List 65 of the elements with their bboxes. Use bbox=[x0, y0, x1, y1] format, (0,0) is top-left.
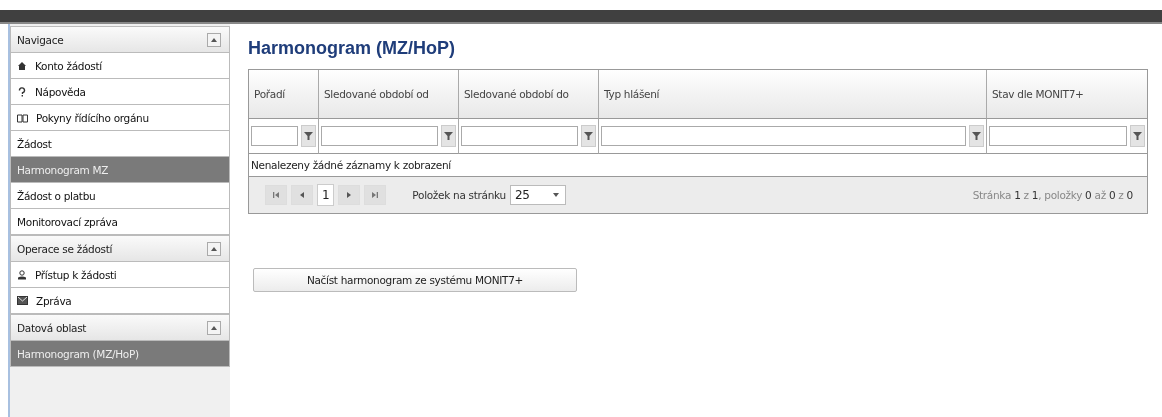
nav-item-label: Konto žádostí bbox=[35, 59, 102, 72]
filter-icon bbox=[304, 131, 313, 141]
filter-field[interactable] bbox=[251, 126, 298, 146]
filter-icon bbox=[444, 131, 453, 141]
page-number[interactable]: 1 bbox=[317, 184, 335, 206]
column-header[interactable]: Pořadí bbox=[249, 70, 319, 119]
section-header[interactable]: Operace se žádostí bbox=[10, 235, 230, 262]
filter-icon bbox=[584, 131, 593, 141]
nav-item-label: Harmonogram MZ bbox=[17, 163, 109, 176]
filter-field[interactable] bbox=[461, 126, 578, 146]
question-icon bbox=[17, 86, 27, 97]
column-header[interactable]: Sledované období od bbox=[319, 70, 459, 119]
last-page-button[interactable] bbox=[364, 185, 387, 205]
filter-icon bbox=[972, 131, 981, 141]
section-title: Datová oblast bbox=[17, 321, 87, 334]
collapse-button[interactable] bbox=[207, 32, 221, 47]
last-page-icon bbox=[370, 190, 381, 200]
filter-button[interactable] bbox=[301, 125, 316, 147]
filter-button[interactable] bbox=[441, 125, 456, 147]
nav-item-label: Pokyny řídícího orgánu bbox=[36, 111, 149, 124]
nav-item-label: Monitorovací zpráva bbox=[17, 215, 118, 228]
first-page-icon bbox=[271, 190, 281, 200]
nav-item-label: Žádost bbox=[17, 137, 52, 150]
nav-item[interactable]: Pokyny řídícího orgánu bbox=[10, 105, 230, 131]
nav-item[interactable]: Konto žádostí bbox=[10, 53, 230, 79]
user-icon bbox=[17, 269, 27, 280]
collapse-button[interactable] bbox=[207, 241, 221, 256]
collapse-button[interactable] bbox=[207, 320, 221, 335]
nav-item[interactable]: Přístup k žádosti bbox=[10, 262, 230, 288]
previous-page-button[interactable] bbox=[291, 185, 313, 205]
nav-item[interactable]: Harmonogram MZ bbox=[10, 157, 230, 183]
filter-button[interactable] bbox=[581, 125, 596, 147]
nav-item[interactable]: Žádost bbox=[10, 131, 230, 157]
filter-field[interactable] bbox=[321, 126, 438, 146]
nav-item[interactable]: Zpráva bbox=[10, 288, 230, 314]
home-icon bbox=[17, 60, 27, 71]
page-title: Harmonogram (MZ/HoP) bbox=[248, 38, 456, 59]
nav-item[interactable]: Harmonogram (MZ/HoP) bbox=[10, 341, 230, 367]
filter-field[interactable] bbox=[989, 126, 1127, 146]
nav-item-label: Zpráva bbox=[36, 294, 72, 307]
column-header[interactable]: Sledované období do bbox=[459, 70, 599, 119]
section-header[interactable]: Datová oblast bbox=[10, 314, 230, 341]
filter-button[interactable] bbox=[1130, 125, 1145, 147]
nav-item-label: Přístup k žádosti bbox=[35, 268, 117, 281]
nav-item-label: Žádost o platbu bbox=[17, 189, 96, 202]
book-icon bbox=[17, 112, 28, 123]
filter-field[interactable] bbox=[601, 126, 966, 146]
next-page-button[interactable] bbox=[338, 185, 361, 205]
page-summary: Stránka 1 z 1, položky 0 až 0 z 0 bbox=[972, 189, 1133, 201]
nav-item-label: Nápověda bbox=[35, 85, 86, 98]
filter-button[interactable] bbox=[969, 125, 984, 147]
section-title: Navigace bbox=[17, 33, 64, 46]
page-size-label: Položek na stránku bbox=[412, 189, 506, 201]
first-page-button[interactable] bbox=[265, 185, 287, 205]
nav-item[interactable]: Nápověda bbox=[10, 79, 230, 105]
load-button[interactable]: Načíst harmonogram ze systému MONIT7+ bbox=[253, 268, 577, 292]
nav-item[interactable]: Žádost o platbu bbox=[10, 183, 230, 209]
nav-item[interactable]: Monitorovací zpráva bbox=[10, 209, 230, 235]
envelope-icon bbox=[17, 296, 28, 305]
section-header[interactable]: Navigace bbox=[10, 26, 230, 53]
filter-icon bbox=[1133, 131, 1142, 141]
page-size-select[interactable]: 25 bbox=[509, 185, 566, 205]
column-header[interactable]: Typ hlášení bbox=[599, 70, 987, 119]
section-title: Operace se žádostí bbox=[17, 242, 113, 255]
nav-item-label: Harmonogram (MZ/HoP) bbox=[17, 347, 139, 360]
